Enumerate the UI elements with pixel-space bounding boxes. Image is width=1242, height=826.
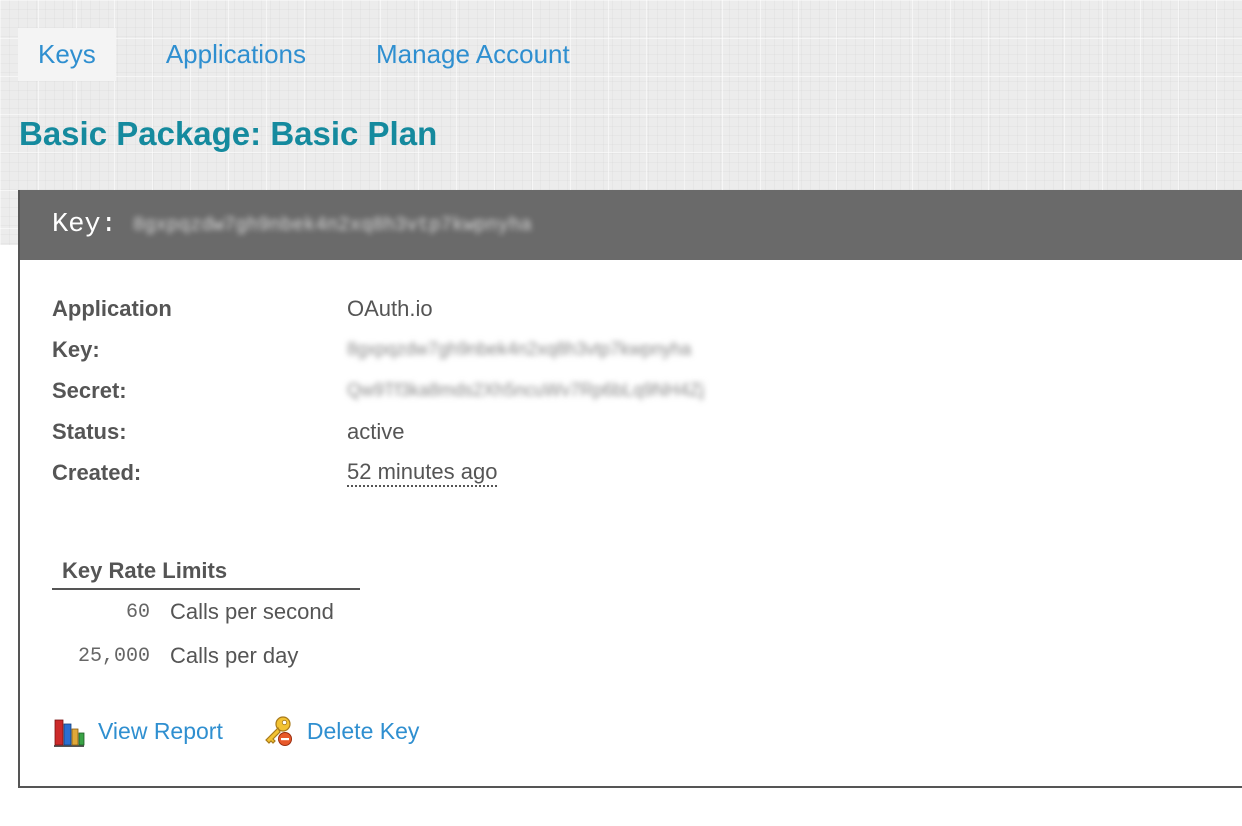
rate-limits-title: Key Rate Limits bbox=[52, 556, 360, 590]
key-actions: View Report Delete Key bbox=[52, 714, 419, 748]
top-navigation: Keys Applications Manage Account bbox=[18, 28, 570, 81]
status-value: active bbox=[347, 418, 405, 444]
rate-limit-row: 25,000 Calls per day bbox=[52, 634, 360, 678]
detail-label: Secret: bbox=[52, 377, 127, 403]
bar-chart-icon bbox=[54, 719, 85, 747]
key-rate-limits: Key Rate Limits 60 Calls per second 25,0… bbox=[52, 556, 360, 678]
page-title: Basic Package: Basic Plan bbox=[19, 115, 438, 152]
delete-key-link[interactable]: Delete Key bbox=[307, 718, 420, 745]
rate-limit-label: Calls per day bbox=[170, 643, 299, 668]
view-report-action[interactable]: View Report bbox=[52, 714, 223, 748]
detail-row-status: Status: active bbox=[52, 411, 704, 452]
application-value: OAuth.io bbox=[347, 295, 433, 321]
secret-value: Qw9Tf3ka8mds2Xh5ncuWv7Rp6bLq9NH4Zj bbox=[347, 380, 705, 400]
nav-tab-keys[interactable]: Keys bbox=[18, 28, 116, 81]
key-card: Key: 8gxpqzdw7gh9nbek4n2xq8h3vtp7kwpnyha… bbox=[18, 190, 1242, 788]
rate-limit-number: 25,000 bbox=[77, 644, 150, 668]
created-value: 52 minutes ago bbox=[347, 459, 498, 487]
delete-key-action[interactable]: Delete Key bbox=[261, 714, 420, 748]
key-header-label: Key: bbox=[52, 210, 117, 240]
detail-label: Application bbox=[52, 295, 172, 321]
detail-row-key: Key: 8gxpqzdw7gh9nbek4n2xq8h3vtp7kwpnyha bbox=[52, 329, 704, 370]
rate-limit-row: 60 Calls per second bbox=[52, 590, 360, 634]
detail-label: Key: bbox=[52, 336, 100, 362]
detail-label: Created: bbox=[52, 459, 142, 485]
detail-row-created: Created: 52 minutes ago bbox=[52, 452, 704, 493]
key-details: Application OAuth.io Key: 8gxpqzdw7gh9nb… bbox=[52, 288, 704, 493]
nav-tab-manage-account[interactable]: Manage Account bbox=[376, 28, 570, 81]
view-report-link[interactable]: View Report bbox=[98, 718, 223, 745]
rate-limit-label: Calls per second bbox=[170, 599, 334, 624]
detail-row-application: Application OAuth.io bbox=[52, 288, 704, 329]
nav-tab-applications[interactable]: Applications bbox=[166, 28, 306, 81]
rate-limit-number: 60 bbox=[125, 600, 150, 624]
detail-row-secret: Secret: Qw9Tf3ka8mds2Xh5ncuWv7Rp6bLq9NH4… bbox=[52, 370, 704, 411]
key-card-header: Key: 8gxpqzdw7gh9nbek4n2xq8h3vtp7kwpnyha bbox=[20, 190, 1242, 260]
key-header-value: 8gxpqzdw7gh9nbek4n2xq8h3vtp7kwpnyha bbox=[132, 214, 532, 236]
key-delete-icon bbox=[265, 716, 292, 746]
detail-label: Status: bbox=[52, 418, 127, 444]
key-value: 8gxpqzdw7gh9nbek4n2xq8h3vtp7kwpnyha bbox=[347, 339, 692, 359]
